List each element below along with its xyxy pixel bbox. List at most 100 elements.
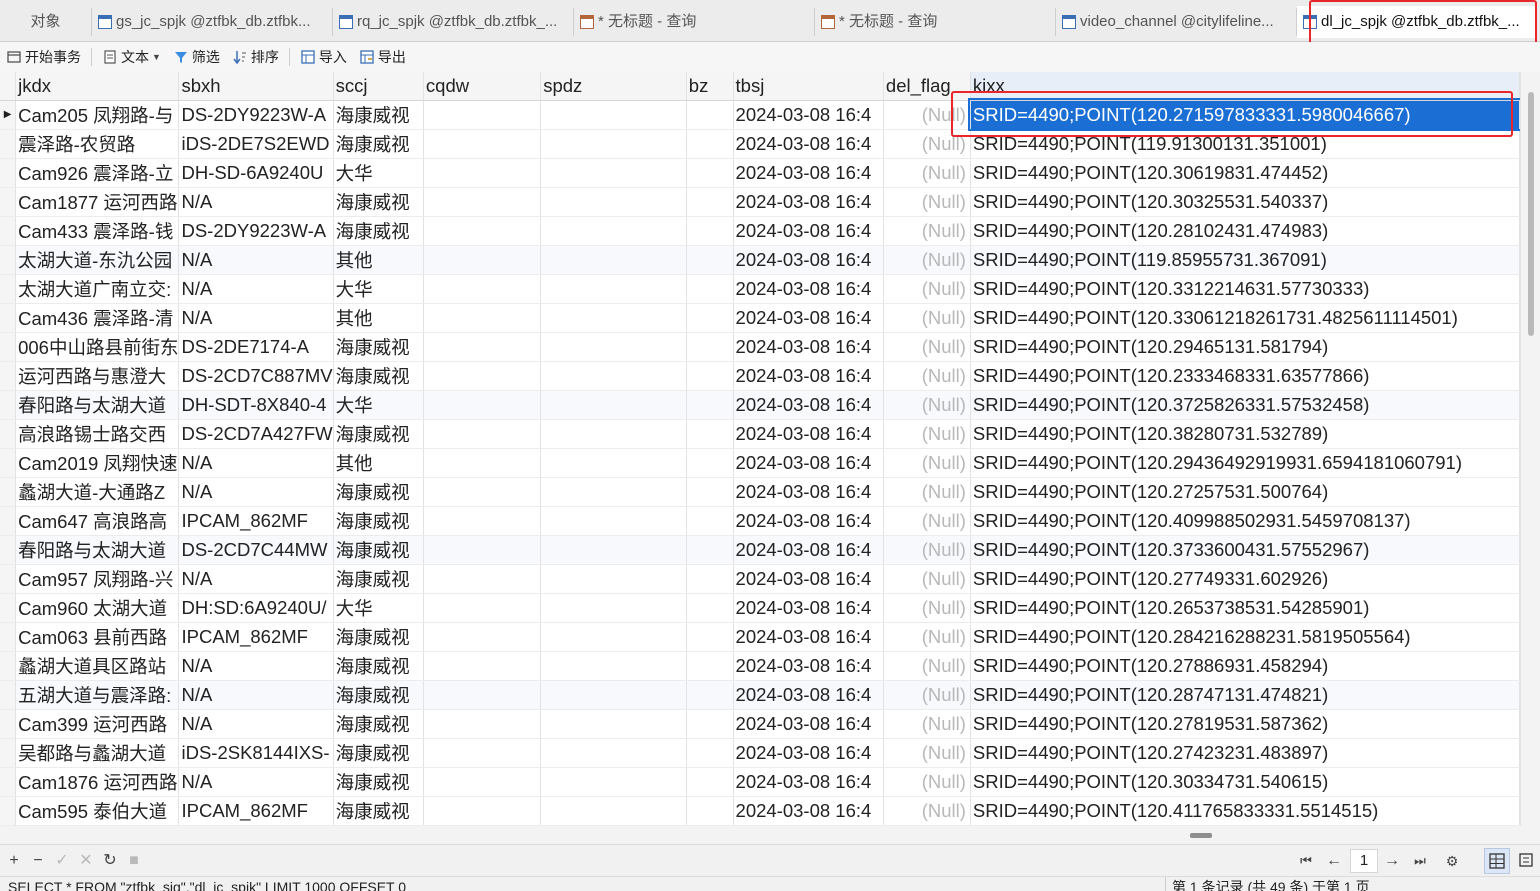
- cell-del-flag[interactable]: (Null): [883, 738, 971, 768]
- horizontal-scroll-thumb[interactable]: [1190, 833, 1212, 838]
- cell-sbxh[interactable]: N/A: [178, 303, 334, 333]
- table-row[interactable]: 太湖大道广南立交: N/A 大华 2024-03-08 16:4 (Null) SRID=…: [0, 274, 1520, 304]
- cell-sccj[interactable]: 其他: [333, 448, 424, 478]
- cell-bz[interactable]: [686, 100, 734, 130]
- column-header-tbsj[interactable]: tbsj: [733, 72, 884, 101]
- cell-del-flag[interactable]: (Null): [883, 564, 971, 594]
- cell-kixx[interactable]: SRID=4490;POINT(120.30619831.474452): [970, 158, 1520, 188]
- stop-button[interactable]: ■: [124, 850, 144, 872]
- tab-gs-jc-spjk[interactable]: gs_jc_spjk @ztfbk_db.ztfbk...: [92, 8, 333, 36]
- cell-kixx[interactable]: SRID=4490;POINT(120.3725826331.57532458): [970, 390, 1520, 420]
- cell-tbsj[interactable]: 2024-03-08 16:4: [733, 361, 884, 391]
- table-row[interactable]: 太湖大道-东氿公园 N/A 其他 2024-03-08 16:4 (Null) SRID=…: [0, 245, 1520, 275]
- cell-tbsj[interactable]: 2024-03-08 16:4: [733, 477, 884, 507]
- row-header[interactable]: [0, 767, 17, 797]
- row-header[interactable]: [0, 303, 17, 333]
- cell-bz[interactable]: [686, 187, 734, 217]
- cell-jkdx[interactable]: 太湖大道-东氿公园: [15, 245, 180, 275]
- cell-tbsj[interactable]: 2024-03-08 16:4: [733, 100, 884, 130]
- cell-sccj[interactable]: 海康威视: [333, 767, 424, 797]
- cell-sccj[interactable]: 海康威视: [333, 651, 424, 681]
- cell-sccj[interactable]: 海康威视: [333, 506, 424, 536]
- cell-kixx[interactable]: SRID=4490;POINT(120.27886931.458294): [970, 651, 1520, 681]
- cell-jkdx[interactable]: Cam957 凤翔路-兴: [15, 564, 180, 594]
- cell-jkdx[interactable]: Cam433 震泽路-钱: [15, 216, 180, 246]
- cell-sccj[interactable]: 其他: [333, 245, 424, 275]
- cell-jkdx[interactable]: 运河西路与惠澄大: [15, 361, 180, 391]
- row-header[interactable]: [0, 332, 17, 362]
- cell-jkdx[interactable]: Cam205 凤翔路-与: [15, 100, 180, 130]
- cell-sbxh[interactable]: iDS-2DE7S2EWD: [178, 129, 334, 159]
- cell-cqdw[interactable]: [423, 129, 542, 159]
- cell-tbsj[interactable]: 2024-03-08 16:4: [733, 506, 884, 536]
- cell-kixx[interactable]: SRID=4490;POINT(119.91300131.351001): [970, 129, 1520, 159]
- cell-jkdx[interactable]: 蠡湖大道具区路站: [15, 651, 180, 681]
- first-page-button[interactable]: ⏮: [1296, 850, 1316, 872]
- import-button[interactable]: 导入: [294, 45, 353, 69]
- cell-kixx[interactable]: SRID=4490;POINT(119.85955731.367091): [970, 245, 1520, 275]
- table-row[interactable]: Cam1876 运河西路 N/A 海康威视 2024-03-08 16:4 (Null)…: [0, 767, 1520, 797]
- table-row[interactable]: 006中山路县前街东 DS-2DE7174-A 海康威视 2024-03-08 16:…: [0, 332, 1520, 362]
- horizontal-scrollbar[interactable]: [0, 826, 1540, 844]
- cell-tbsj[interactable]: 2024-03-08 16:4: [733, 245, 884, 275]
- column-header-jkdx[interactable]: jkdx: [15, 72, 180, 101]
- cell-sccj[interactable]: 海康威视: [333, 100, 424, 130]
- cell-spdz[interactable]: [540, 448, 687, 478]
- cell-jkdx[interactable]: 006中山路县前街东: [15, 332, 180, 362]
- cell-cqdw[interactable]: [423, 419, 542, 449]
- cell-spdz[interactable]: [540, 593, 687, 623]
- cell-spdz[interactable]: [540, 274, 687, 304]
- cell-del-flag[interactable]: (Null): [883, 448, 971, 478]
- cell-bz[interactable]: [686, 274, 734, 304]
- cell-jkdx[interactable]: 五湖大道与震泽路:: [15, 680, 180, 710]
- cell-kixx[interactable]: SRID=4490;POINT(120.28102431.474983): [970, 216, 1520, 246]
- apply-changes-button[interactable]: ✓: [52, 850, 72, 872]
- cell-sbxh[interactable]: DS-2DY9223W-A: [178, 216, 334, 246]
- cell-del-flag[interactable]: (Null): [883, 593, 971, 623]
- table-row[interactable]: Cam926 震泽路-立 DH-SD-6A9240U 大华 2024-03-08 16…: [0, 158, 1520, 188]
- cell-jkdx[interactable]: Cam1877 运河西路: [15, 187, 180, 217]
- cell-cqdw[interactable]: [423, 564, 542, 594]
- cell-tbsj[interactable]: 2024-03-08 16:4: [733, 564, 884, 594]
- column-header-spdz[interactable]: spdz: [540, 72, 687, 101]
- cell-cqdw[interactable]: [423, 680, 542, 710]
- cell-bz[interactable]: [686, 651, 734, 681]
- cell-cqdw[interactable]: [423, 796, 542, 826]
- cell-kixx[interactable]: SRID=4490;POINT(120.2333468331.63577866): [970, 361, 1520, 391]
- tab-rq-jc-spjk[interactable]: rq_jc_spjk @ztfbk_db.ztfbk_...: [333, 8, 574, 36]
- row-header[interactable]: [0, 361, 17, 391]
- cell-del-flag[interactable]: (Null): [883, 535, 971, 565]
- cell-spdz[interactable]: [540, 158, 687, 188]
- cell-tbsj[interactable]: 2024-03-08 16:4: [733, 274, 884, 304]
- cell-tbsj[interactable]: 2024-03-08 16:4: [733, 158, 884, 188]
- cell-sbxh[interactable]: IPCAM_862MF: [178, 622, 334, 652]
- vertical-scrollbar[interactable]: [1520, 72, 1540, 826]
- cell-jkdx[interactable]: 春阳路与太湖大道: [15, 390, 180, 420]
- cell-jkdx[interactable]: Cam1876 运河西路: [15, 767, 180, 797]
- cell-sbxh[interactable]: DS-2CD7C44MW: [178, 535, 334, 565]
- table-row[interactable]: 五湖大道与震泽路: N/A 海康威视 2024-03-08 16:4 (Null) SRI…: [0, 680, 1520, 710]
- column-header-cqdw[interactable]: cqdw: [423, 72, 542, 101]
- begin-transaction-button[interactable]: 开始事务: [0, 45, 87, 69]
- cell-tbsj[interactable]: 2024-03-08 16:4: [733, 216, 884, 246]
- cell-cqdw[interactable]: [423, 158, 542, 188]
- cell-kixx[interactable]: SRID=4490;POINT(120.3312214631.57730333): [970, 274, 1520, 304]
- row-header[interactable]: [0, 274, 17, 304]
- cell-cqdw[interactable]: [423, 651, 542, 681]
- cell-bz[interactable]: [686, 796, 734, 826]
- cell-spdz[interactable]: [540, 332, 687, 362]
- cell-spdz[interactable]: [540, 767, 687, 797]
- cell-cqdw[interactable]: [423, 448, 542, 478]
- cell-sccj[interactable]: 大华: [333, 158, 424, 188]
- cell-kixx[interactable]: SRID=4490;POINT(120.284216288231.5819505…: [970, 622, 1520, 652]
- cell-cqdw[interactable]: [423, 245, 542, 275]
- cell-bz[interactable]: [686, 709, 734, 739]
- cell-kixx[interactable]: SRID=4490;POINT(120.28747131.474821): [970, 680, 1520, 710]
- cell-jkdx[interactable]: Cam926 震泽路-立: [15, 158, 180, 188]
- cell-spdz[interactable]: [540, 680, 687, 710]
- cell-cqdw[interactable]: [423, 100, 542, 130]
- refresh-button[interactable]: ↻: [100, 850, 120, 872]
- cell-spdz[interactable]: [540, 245, 687, 275]
- cell-sccj[interactable]: 海康威视: [333, 187, 424, 217]
- current-row-indicator-icon[interactable]: ▶: [0, 100, 17, 130]
